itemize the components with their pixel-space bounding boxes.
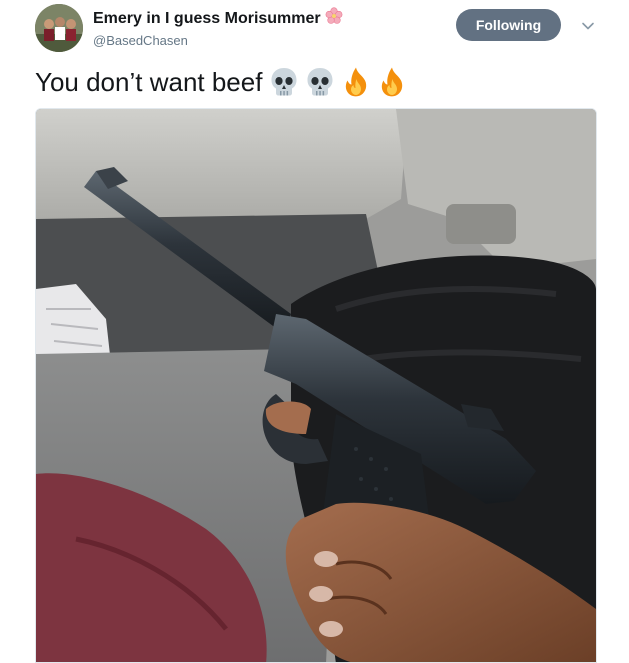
- author-handle[interactable]: @BasedChasen: [93, 32, 343, 50]
- author-display-name[interactable]: Emery in I guess Morisummer: [93, 7, 343, 31]
- fire-icon: [346, 67, 367, 97]
- chevron-down-icon[interactable]: [580, 18, 596, 34]
- display-name-text: Emery in I guess Morisummer: [93, 10, 321, 27]
- fire-icon: [382, 67, 403, 97]
- tweet-emojis: [268, 66, 412, 109]
- author-names: Emery in I guess Morisummer @BasedChasen: [93, 7, 343, 50]
- avatar[interactable]: [35, 4, 83, 52]
- tweet-text: You don’t want beef: [35, 62, 412, 102]
- following-button[interactable]: Following: [456, 9, 561, 41]
- tweet-card: Emery in I guess Morisummer @BasedChasen…: [0, 0, 629, 663]
- tweet-header: Emery in I guess Morisummer @BasedChasen…: [0, 0, 629, 62]
- skull-icon: [271, 68, 297, 96]
- tweet-text-content: You don’t want beef: [35, 67, 263, 97]
- skull-icon: [307, 68, 333, 96]
- cherry-blossom-icon: [325, 7, 343, 31]
- tweet-photo[interactable]: [35, 108, 597, 663]
